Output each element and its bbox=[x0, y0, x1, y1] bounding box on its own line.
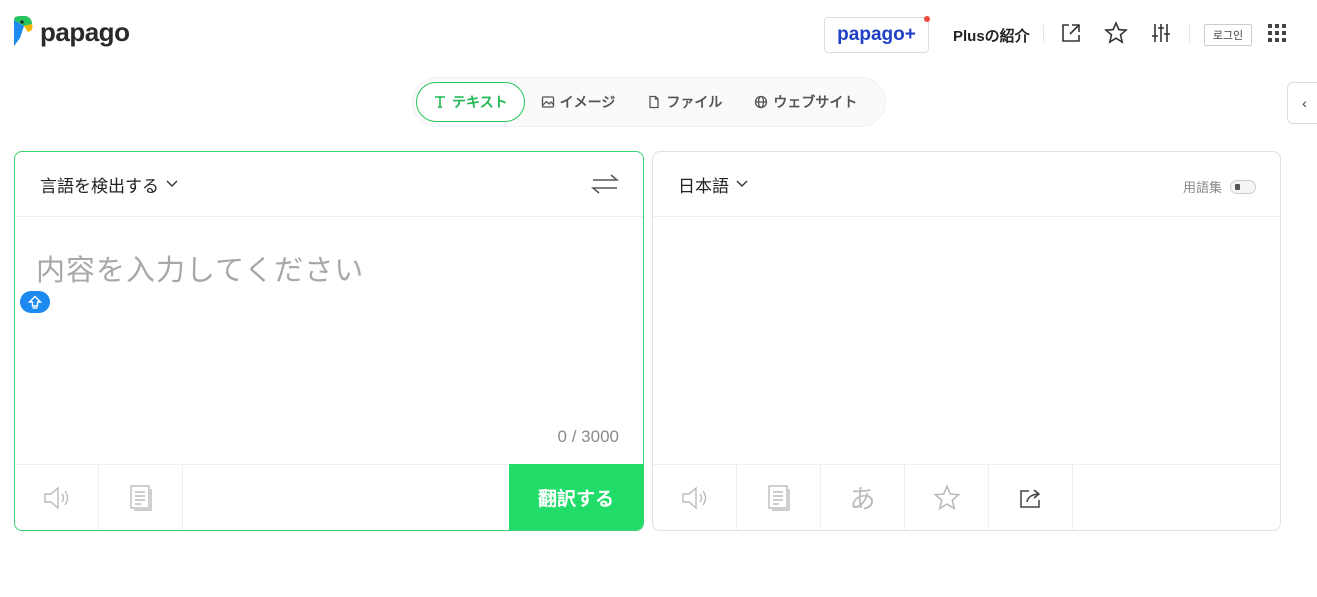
settings-button[interactable] bbox=[1148, 20, 1174, 46]
notification-dot bbox=[924, 16, 930, 22]
papago-translator-page: papago papago+ Plusの紹介 로그인 ‹ テキスト イメージ フ… bbox=[0, 0, 1317, 597]
text-icon bbox=[435, 96, 445, 108]
plus-intro-link[interactable]: Plusの紹介 bbox=[953, 25, 1030, 46]
glossary-label: 用語集 bbox=[1182, 180, 1222, 195]
share-button[interactable] bbox=[989, 465, 1073, 530]
tab-label: テキスト bbox=[452, 94, 508, 110]
papago-plus-button[interactable]: papago+ bbox=[824, 16, 930, 53]
source-text-input[interactable]: 内容を入力してください 0 / 3000 bbox=[15, 218, 643, 466]
header-divider bbox=[1189, 25, 1190, 43]
target-language-label: 日本語 bbox=[678, 176, 729, 196]
listen-translation-button[interactable] bbox=[653, 465, 737, 530]
copy-document-icon bbox=[767, 484, 790, 511]
source-language-select[interactable]: 言語を検出する bbox=[40, 172, 179, 197]
chevron-down-icon bbox=[166, 180, 178, 187]
apps-menu-button[interactable] bbox=[1264, 20, 1290, 46]
tab-label: ファイル bbox=[666, 94, 723, 110]
swap-arrows-icon bbox=[590, 174, 620, 194]
tab-file[interactable]: ファイル bbox=[631, 82, 738, 122]
target-panel-header: 日本語 用語集 bbox=[653, 152, 1280, 217]
speaker-icon bbox=[43, 485, 68, 510]
translate-button[interactable]: 翻訳する bbox=[509, 464, 643, 530]
grid-menu-icon bbox=[1268, 24, 1286, 42]
globe-icon bbox=[755, 95, 768, 109]
papago-logo[interactable]: papago bbox=[10, 16, 130, 48]
listen-source-button[interactable] bbox=[15, 465, 99, 530]
tab-image[interactable]: イメージ bbox=[525, 82, 632, 122]
glossary-switch[interactable] bbox=[1230, 179, 1256, 194]
chevron-left-icon: ‹ bbox=[1302, 95, 1307, 111]
login-button[interactable]: 로그인 bbox=[1204, 24, 1252, 46]
open-external-button[interactable] bbox=[1058, 20, 1084, 46]
star-icon bbox=[932, 483, 961, 510]
source-panel: 言語を検出する 内容を入力してください 0 / 3000 翻訳する bbox=[14, 151, 644, 531]
virtual-keyboard-button[interactable] bbox=[20, 291, 50, 313]
chevron-down-icon bbox=[736, 180, 748, 187]
tab-text[interactable]: テキスト bbox=[416, 82, 525, 122]
side-panel-toggle[interactable]: ‹ bbox=[1287, 82, 1317, 124]
copy-document-icon bbox=[129, 484, 152, 511]
target-panel: 日本語 用語集 あ bbox=[652, 151, 1281, 531]
save-favorite-button[interactable] bbox=[905, 465, 989, 530]
character-counter: 0 / 3000 bbox=[557, 427, 619, 446]
hiragana-icon: あ bbox=[849, 484, 876, 514]
tab-label: イメージ bbox=[559, 94, 616, 110]
target-language-select[interactable]: 日本語 bbox=[678, 172, 749, 197]
tab-label: ウェブサイト bbox=[773, 94, 858, 110]
keyboard-up-icon bbox=[28, 295, 42, 309]
source-language-label: 言語を検出する bbox=[40, 176, 159, 196]
speaker-icon bbox=[681, 485, 706, 510]
pronunciation-button[interactable]: あ bbox=[821, 465, 905, 530]
image-icon bbox=[541, 96, 554, 108]
target-panel-footer: あ bbox=[653, 464, 1280, 530]
papago-plus-label: papago+ bbox=[837, 24, 916, 45]
glossary-toggle[interactable]: 用語集 bbox=[1183, 177, 1256, 196]
translation-output bbox=[653, 218, 1280, 466]
external-link-icon bbox=[1062, 24, 1080, 42]
share-icon bbox=[1019, 488, 1040, 508]
sliders-icon bbox=[1152, 24, 1170, 42]
logo-text: papago bbox=[40, 16, 130, 47]
header-divider bbox=[1043, 25, 1044, 43]
swap-languages-button[interactable] bbox=[590, 172, 620, 201]
copy-source-button[interactable] bbox=[99, 465, 183, 530]
tab-website[interactable]: ウェブサイト bbox=[738, 82, 873, 122]
favorites-button[interactable] bbox=[1103, 20, 1129, 46]
mode-tabs: テキスト イメージ ファイル ウェブサイト bbox=[412, 77, 886, 127]
file-icon bbox=[649, 95, 659, 109]
input-placeholder: 内容を入力してください bbox=[36, 255, 365, 287]
parrot-logo-icon bbox=[14, 16, 33, 46]
source-panel-header: 言語を検出する bbox=[15, 152, 643, 217]
star-icon bbox=[1104, 21, 1128, 44]
copy-translation-button[interactable] bbox=[737, 465, 821, 530]
